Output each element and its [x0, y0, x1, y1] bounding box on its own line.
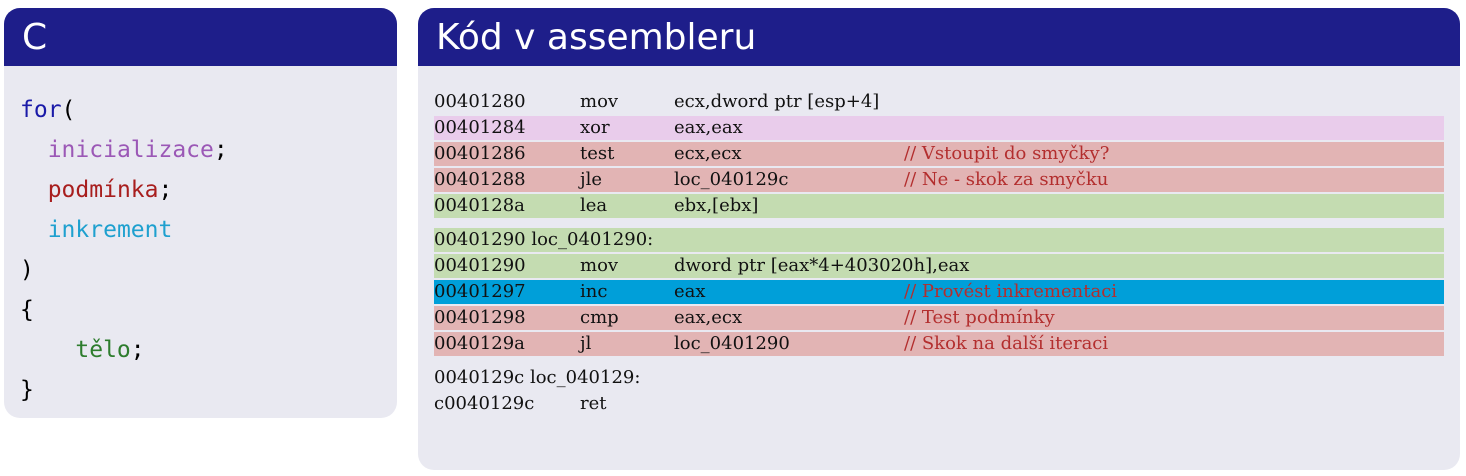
asm-row: 00401290 loc_0401290:	[434, 228, 1444, 252]
asm-mnemonic: mov	[580, 91, 619, 112]
asm-mnemonic: mov	[580, 255, 619, 276]
c-indent	[20, 217, 48, 243]
c-code-line: podmínka;	[20, 170, 397, 210]
c-code-line: )	[20, 250, 397, 290]
c-code-token: for	[20, 97, 62, 123]
asm-row: 00401288 jle loc_040129c // Ne - skok za sm…	[434, 168, 1444, 192]
c-code-token: tělo	[75, 337, 131, 363]
asm-address: 0040128a	[434, 195, 525, 216]
asm-row: 00401286 test ecx,ecx // Vstoupit do smyčky…	[434, 142, 1444, 166]
asm-address: 00401280	[434, 91, 526, 112]
asm-operands: ebx,[ebx]	[674, 195, 759, 216]
asm-operands: loc_0401290	[674, 333, 790, 354]
asm-address: c0040129c	[434, 393, 535, 414]
asm-mnemonic: jle	[580, 169, 602, 190]
asm-row: 00401298 cmp eax,ecx // Test podmínky	[434, 306, 1444, 330]
c-code-punct: ;	[158, 177, 173, 203]
c-block-title: C	[4, 8, 397, 66]
asm-comment: // Provést inkrementaci	[904, 281, 1118, 302]
asm-address: 00401284	[434, 117, 526, 138]
asm-operands: dword ptr [eax*4+403020h],eax	[674, 255, 970, 276]
c-code-punct: ;	[213, 137, 228, 163]
asm-address: 0040129a	[434, 333, 525, 354]
asm-address: 00401290	[434, 255, 526, 276]
c-code-listing: for( inicializace; podmínka; inkrement) {…	[4, 66, 397, 410]
asm-row: 00401280 mov ecx,dword ptr [esp+4]	[434, 90, 1444, 114]
asm-row: 00401290 mov dword ptr [eax*4+403020h],eax	[434, 254, 1444, 278]
asm-comment: // Vstoupit do smyčky?	[904, 143, 1110, 164]
c-code-token: {	[20, 297, 34, 323]
asm-label: 00401290 loc_0401290:	[434, 229, 654, 250]
asm-label: 0040129c loc_040129:	[434, 367, 641, 388]
assembler-listing: 00401280 mov ecx,dword ptr [esp+4] 00401284…	[418, 66, 1460, 416]
asm-mnemonic: lea	[580, 195, 608, 216]
asm-mnemonic: jl	[580, 333, 592, 354]
asm-address: 00401298	[434, 307, 526, 328]
asm-address: 00401286	[434, 143, 526, 164]
asm-row: 00401297 inc eax // Provést inkrementaci	[434, 280, 1444, 304]
c-code-punct: ;	[130, 337, 145, 363]
c-code-punct: (	[61, 97, 76, 123]
asm-operands: ecx,dword ptr [esp+4]	[674, 91, 880, 112]
asm-address: 00401297	[434, 281, 526, 302]
asm-operands: ecx,ecx	[674, 143, 742, 164]
asm-row: 0040128a lea ebx,[ebx]	[434, 194, 1444, 218]
asm-mnemonic: inc	[580, 281, 608, 302]
c-indent	[20, 137, 48, 163]
c-code-token: }	[20, 377, 34, 403]
asm-operands: eax,ecx	[674, 307, 743, 328]
asm-row: c0040129c ret	[434, 392, 1444, 416]
c-indent	[20, 337, 75, 363]
asm-mnemonic: ret	[580, 393, 607, 414]
c-code-line: {	[20, 290, 397, 330]
asm-row: 00401284 xor eax,eax	[434, 116, 1444, 140]
assembler-block-title: Kód v assembleru	[418, 8, 1460, 66]
asm-comment: // Skok na další iteraci	[904, 333, 1109, 354]
c-code-token: podmínka	[47, 177, 159, 203]
c-code-line: tělo;	[20, 330, 397, 370]
c-code-line: inicializace;	[20, 130, 397, 170]
assembler-code-block: Kód v assembleru 00401280 mov ecx,dword pt…	[418, 8, 1460, 470]
c-code-token: inkrement	[47, 217, 173, 243]
asm-operands: eax,eax	[674, 117, 743, 138]
asm-mnemonic: test	[580, 143, 615, 164]
asm-operands: eax	[674, 281, 706, 302]
asm-mnemonic: xor	[580, 117, 610, 138]
asm-operands: loc_040129c	[674, 169, 789, 190]
c-code-line: inkrement	[20, 210, 397, 250]
asm-row: 0040129a jl loc_0401290 // Skok na další it…	[434, 332, 1444, 356]
asm-comment: // Test podmínky	[904, 307, 1055, 328]
c-code-token: )	[20, 257, 34, 283]
c-indent	[20, 177, 48, 203]
asm-row: 0040129c loc_040129:	[434, 366, 1444, 390]
c-code-block: C for( inicializace; podmínka; inkrement…	[4, 8, 397, 418]
c-code-line: for(	[20, 90, 397, 130]
asm-address: 00401288	[434, 169, 526, 190]
c-code-line: }	[20, 370, 397, 410]
asm-comment: // Ne - skok za smyčku	[904, 169, 1109, 190]
c-code-token: inicializace	[47, 137, 214, 163]
asm-mnemonic: cmp	[580, 307, 619, 328]
